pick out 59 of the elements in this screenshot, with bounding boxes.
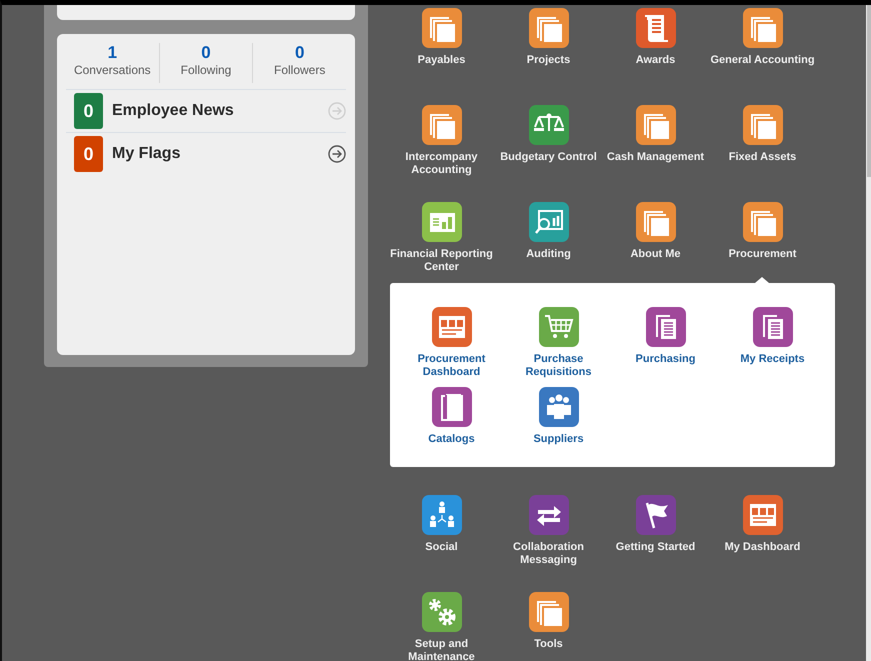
pages-icon: [742, 202, 782, 242]
pages-icon: [742, 8, 782, 48]
app-link[interactable]: Payables: [388, 5, 495, 67]
feed-title[interactable]: My Flags: [112, 145, 328, 163]
stat-label: Conversations: [74, 63, 151, 78]
scroll-icon: [636, 8, 676, 48]
app-link[interactable]: Projects: [495, 5, 602, 67]
arrow-circle-icon[interactable]: [328, 145, 346, 163]
report-icon: [422, 202, 462, 242]
stat-label: Following: [180, 63, 232, 78]
stat-label: Followers: [274, 63, 326, 78]
app-link[interactable]: Tools: [495, 589, 602, 651]
app-link[interactable]: Getting Started: [602, 492, 709, 554]
stat-count[interactable]: 1: [108, 43, 118, 63]
app-link[interactable]: Budgetary Control: [495, 102, 602, 164]
dashboard-icon: [432, 307, 472, 347]
arrows-icon: [528, 495, 568, 535]
document-icon: [752, 307, 792, 347]
app-link[interactable]: Awards: [602, 5, 709, 67]
pages-icon: [528, 592, 568, 632]
app-link[interactable]: Setup and Maintenance: [388, 589, 495, 661]
pages-icon: [636, 105, 676, 145]
pages-icon: [528, 8, 568, 48]
app-link[interactable]: Procurement Dashboard: [398, 304, 505, 379]
pages-icon: [742, 105, 782, 145]
scales-icon: [528, 105, 568, 145]
book-icon: [432, 387, 472, 427]
count-badge: 0: [74, 93, 103, 129]
pages-icon: [636, 202, 676, 242]
flag-icon: [636, 495, 676, 535]
app-link[interactable]: General Accounting: [709, 5, 816, 67]
dashboard-icon: [742, 495, 782, 535]
stat-count[interactable]: 0: [294, 43, 304, 63]
app-link[interactable]: Intercompany Accounting: [388, 102, 495, 177]
stat-count[interactable]: 0: [201, 43, 211, 63]
people-icon: [538, 387, 578, 427]
magnifier-chart-icon: [528, 202, 568, 242]
count-badge: 0: [74, 136, 103, 172]
app-link[interactable]: Social: [388, 492, 495, 554]
app-link[interactable]: Auditing: [495, 199, 602, 261]
document-icon: [646, 307, 686, 347]
app-link[interactable]: Financial Reporting Center: [388, 199, 495, 274]
cart-icon: [538, 307, 578, 347]
org-chart-icon: [422, 495, 462, 535]
app-link[interactable]: Purchase Requisitions: [505, 304, 612, 379]
app-link[interactable]: Catalogs: [398, 384, 505, 446]
gears-icon: [422, 592, 462, 632]
app-link[interactable]: Collaboration Messaging: [495, 492, 602, 567]
app-link[interactable]: My Receipts: [719, 304, 826, 366]
app-link[interactable]: My Dashboard: [709, 492, 816, 554]
app-link[interactable]: Cash Management: [602, 102, 709, 164]
pages-icon: [422, 8, 462, 48]
app-link[interactable]: Purchasing: [612, 304, 719, 366]
pages-icon: [422, 105, 462, 145]
app-link[interactable]: About Me: [602, 199, 709, 261]
app-link[interactable]: Fixed Assets: [709, 102, 816, 164]
app-link[interactable]: Suppliers: [505, 384, 612, 446]
app-link[interactable]: Procurement: [709, 199, 816, 261]
scrollbar[interactable]: [866, 5, 871, 661]
